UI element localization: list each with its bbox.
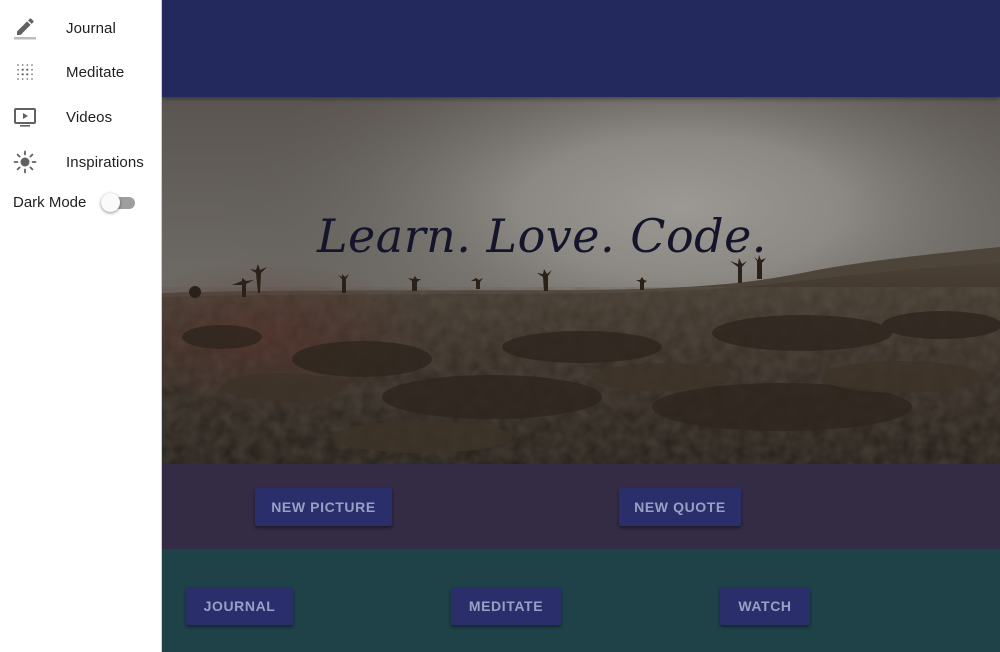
- meditate-button[interactable]: MEDITATE: [451, 587, 561, 625]
- nav-item-videos[interactable]: Videos: [0, 95, 161, 139]
- app-bar: [162, 0, 1000, 97]
- hero-quote: Learn. Love. Code.: [317, 209, 767, 263]
- video-player-icon: [13, 105, 37, 129]
- nav-item-label: Journal: [66, 19, 116, 37]
- main-content: Learn. Love. Code. NEW PICTURE NEW QUOTE…: [162, 0, 1000, 652]
- hero-section: Learn. Love. Code.: [162, 97, 1000, 464]
- link-bar: JOURNAL MEDITATE WATCH: [162, 549, 1000, 652]
- sun-icon: [13, 150, 37, 174]
- new-picture-button[interactable]: NEW PICTURE: [255, 488, 392, 526]
- new-quote-button[interactable]: NEW QUOTE: [619, 488, 741, 526]
- action-bar: NEW PICTURE NEW QUOTE: [162, 464, 1000, 549]
- nav-item-inspirations[interactable]: Inspirations: [0, 140, 161, 184]
- dark-mode-toggle[interactable]: [101, 192, 137, 212]
- hero-image: [162, 97, 1000, 464]
- nav-item-meditate[interactable]: Meditate: [0, 50, 161, 94]
- dark-mode-row: Dark Mode: [13, 190, 137, 214]
- nav-item-label: Videos: [66, 108, 113, 126]
- pencil-icon: [13, 16, 37, 40]
- nav-item-label: Meditate: [66, 63, 125, 81]
- watch-button[interactable]: WATCH: [720, 587, 810, 625]
- dot-grid-icon: [13, 60, 37, 84]
- nav-drawer: Journal Meditate Videos Inspirations Dar…: [0, 0, 162, 652]
- nav-item-label: Inspirations: [66, 153, 144, 171]
- nav-item-journal[interactable]: Journal: [0, 6, 161, 50]
- dark-mode-label: Dark Mode: [13, 193, 87, 211]
- journal-button[interactable]: JOURNAL: [186, 587, 293, 625]
- toggle-thumb: [101, 193, 121, 212]
